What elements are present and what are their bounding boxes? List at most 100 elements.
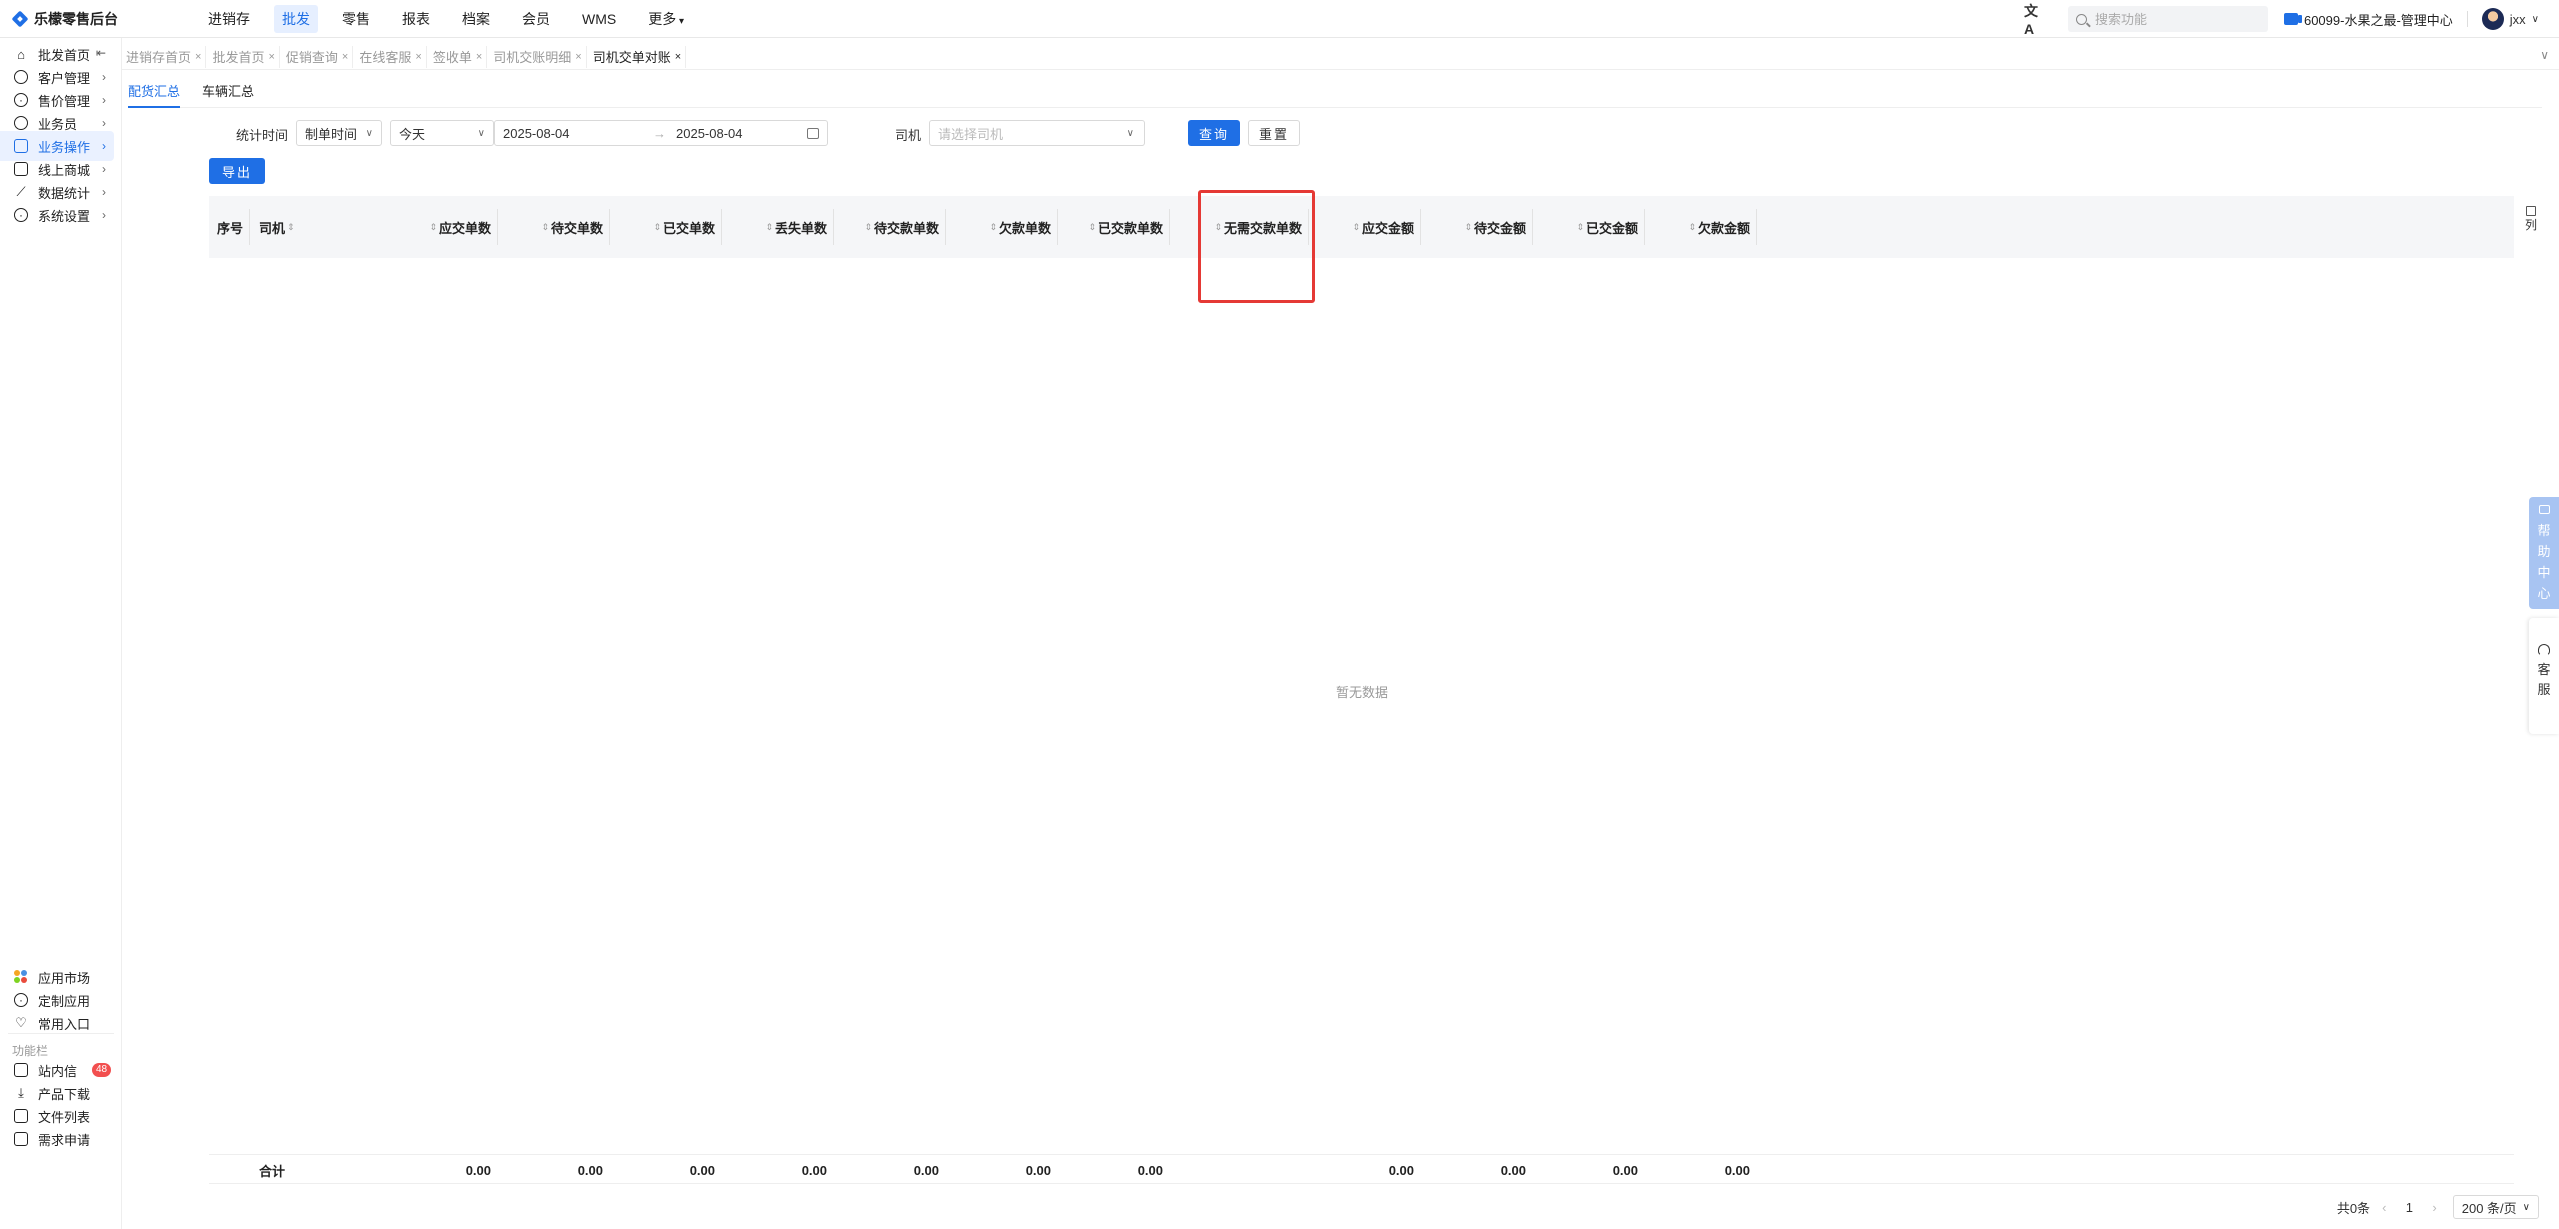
- summary-due-orders: 0.00: [465, 1162, 491, 1178]
- start-date[interactable]: 2025-08-04: [503, 126, 643, 141]
- table-header: 序号 司机 ⇕ ⇕ 应交单数 ⇕ 待交单数 ⇕ 已交单数 ⇕ 丢失单数 ⇕ 待交款单数 ⇕ 欠…: [209, 196, 2514, 258]
- summary-paid-amount: 0.00: [1612, 1162, 1638, 1178]
- collapse-sidebar-icon[interactable]: ⇤: [96, 46, 106, 60]
- summary-pending-payment-orders: 0.00: [913, 1162, 939, 1178]
- column-lost-orders[interactable]: ⇕ 丢失单数: [723, 196, 833, 258]
- column-separator: [249, 209, 250, 245]
- nav-item-archive[interactable]: 档案: [454, 5, 498, 33]
- function-search-input[interactable]: [2094, 11, 2255, 27]
- sort-icon[interactable]: ⇕: [864, 222, 872, 233]
- column-separator: [1057, 209, 1058, 245]
- page-size-select[interactable]: 200 条/页 ∨: [2452, 1195, 2539, 1219]
- translate-icon[interactable]: 文A: [2024, 3, 2046, 37]
- column-separator: [609, 209, 610, 245]
- app-logo[interactable]: 乐檬零售后台: [0, 9, 200, 29]
- store-selector[interactable]: 60099-水果之最-管理中心: [2283, 10, 2453, 29]
- driver-select[interactable]: 请选择司机 ∨: [929, 120, 1145, 146]
- custom-app-icon: ·: [14, 993, 28, 1007]
- nav-item-retail[interactable]: 零售: [334, 5, 378, 33]
- help-center-button[interactable]: 帮 助 中 心: [2529, 497, 2559, 609]
- sort-icon[interactable]: ⇕: [1352, 222, 1360, 233]
- next-page-icon[interactable]: ›: [2432, 1200, 2436, 1215]
- close-icon[interactable]: ×: [675, 51, 681, 63]
- user-menu[interactable]: jxx ∨: [2481, 8, 2539, 30]
- subtab-vehicle-summary[interactable]: 车辆汇总: [202, 82, 254, 108]
- sidebar-item-system-settings[interactable]: · 系统设置 ›: [0, 200, 122, 230]
- chevron-down-icon: ∨: [2522, 1201, 2530, 1213]
- column-paid-amount[interactable]: ⇕ 已交金额: [1534, 196, 1644, 258]
- column-due-orders[interactable]: ⇕ 应交单数: [289, 196, 497, 258]
- pagination: 共0条 ‹ 1 › 200 条/页 ∨: [2337, 1194, 2539, 1220]
- sort-icon[interactable]: ⇕: [429, 222, 437, 233]
- sidebar-item-label: 定制应用: [38, 993, 91, 1009]
- help-center-char: 助: [2537, 544, 2551, 559]
- chevron-right-icon: ›: [102, 93, 106, 107]
- chevron-down-icon[interactable]: ∨: [2540, 48, 2549, 62]
- time-label: 统计时间: [236, 128, 289, 143]
- tab-promotion-query[interactable]: 促销查询 ×: [282, 45, 354, 68]
- sort-icon[interactable]: ⇕: [1088, 222, 1096, 233]
- sort-icon[interactable]: ⇕: [765, 222, 773, 233]
- column-due-amount[interactable]: ⇕ 应交金额: [1310, 196, 1420, 258]
- column-pending-orders[interactable]: ⇕ 待交单数: [499, 196, 609, 258]
- date-range-picker[interactable]: 2025-08-04 → 2025-08-04: [494, 120, 828, 146]
- column-pending-amount[interactable]: ⇕ 待交金额: [1422, 196, 1532, 258]
- heart-icon: ♡: [15, 1015, 27, 1030]
- reset-button[interactable]: 重置: [1248, 120, 1300, 146]
- period-select[interactable]: 今天 ∨: [390, 120, 494, 146]
- subtab-distribution-summary[interactable]: 配货汇总: [128, 82, 181, 108]
- sort-icon[interactable]: ⇕: [989, 222, 997, 233]
- column-arrears-amount[interactable]: ⇕ 欠款金额: [1646, 196, 1756, 258]
- nav-item-reports[interactable]: 报表: [394, 5, 438, 33]
- tab-online-service[interactable]: 在线客服 ×: [355, 45, 427, 68]
- sort-icon[interactable]: ⇕: [1576, 222, 1584, 233]
- export-button[interactable]: 导出: [209, 158, 265, 184]
- sort-icon[interactable]: ⇕: [1464, 222, 1472, 233]
- column-submitted-orders[interactable]: ⇕ 已交单数: [611, 196, 721, 258]
- tab-driver-reconciliation[interactable]: 司机交单对账 ×: [589, 45, 687, 68]
- nav-item-wholesale[interactable]: 批发: [274, 4, 318, 33]
- tab-label: 促销查询: [285, 50, 338, 65]
- close-icon[interactable]: ×: [415, 51, 421, 63]
- prev-page-icon[interactable]: ‹: [2382, 1200, 2386, 1215]
- tab-receipt[interactable]: 签收单 ×: [429, 45, 488, 68]
- column-separator: [1532, 209, 1533, 245]
- settings-icon: ·: [14, 208, 28, 222]
- sidebar-item-label: 业务操作: [38, 139, 91, 155]
- summary-paid-orders: 0.00: [1137, 1162, 1163, 1178]
- customer-service-button[interactable]: 客 服: [2529, 618, 2559, 734]
- nav-item-wms[interactable]: WMS: [574, 7, 624, 31]
- tab-label: 司机交单对账: [592, 50, 671, 65]
- sort-icon[interactable]: ⇕: [541, 222, 549, 233]
- price-icon: ·: [14, 93, 28, 107]
- sidebar-item-label: 需求申请: [38, 1132, 91, 1148]
- close-icon[interactable]: ×: [342, 51, 348, 63]
- sidebar-divider: [8, 1033, 114, 1034]
- tab-driver-payment-detail[interactable]: 司机交账明细 ×: [489, 45, 587, 68]
- column-separator: [497, 209, 498, 245]
- column-settings-button[interactable]: 列: [2524, 206, 2538, 232]
- sidebar-item-requirement[interactable]: 需求申请: [0, 1124, 122, 1154]
- column-paid-orders[interactable]: ⇕ 已交款单数: [1059, 196, 1169, 258]
- sidebar-item-label: 应用市场: [38, 970, 91, 986]
- query-button[interactable]: 查询: [1188, 120, 1240, 146]
- tab-wholesale-home[interactable]: 批发首页 ×: [208, 45, 280, 68]
- nav-item-members[interactable]: 会员: [514, 5, 558, 33]
- nav-item-more[interactable]: 更多: [640, 5, 692, 33]
- page-number[interactable]: 1: [2398, 1200, 2420, 1215]
- sort-icon[interactable]: ⇕: [653, 222, 661, 233]
- column-pending-payment-orders[interactable]: ⇕ 待交款单数: [835, 196, 945, 258]
- end-date[interactable]: 2025-08-04: [676, 126, 743, 141]
- nav-item-inventory[interactable]: 进销存: [200, 5, 258, 33]
- close-icon[interactable]: ×: [575, 51, 581, 63]
- close-icon[interactable]: ×: [268, 51, 274, 63]
- close-icon[interactable]: ×: [195, 51, 201, 63]
- close-icon[interactable]: ×: [476, 51, 482, 63]
- function-search[interactable]: [2067, 6, 2268, 32]
- tab-inventory-home[interactable]: 进销存首页 ×: [122, 45, 207, 68]
- help-center-char: 心: [2537, 586, 2551, 601]
- column-arrears-orders[interactable]: ⇕ 欠款单数: [947, 196, 1057, 258]
- sort-icon[interactable]: ⇕: [1688, 222, 1696, 233]
- chevron-down-icon: ∨: [2531, 13, 2539, 25]
- time-type-select[interactable]: 制单时间 ∨: [296, 120, 382, 146]
